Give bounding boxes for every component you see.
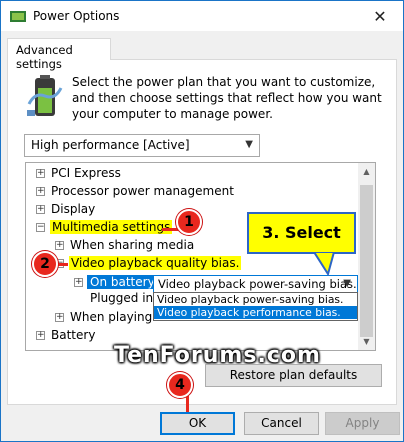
expand-icon[interactable]: + bbox=[36, 187, 45, 196]
annotation-badge-4: 4 bbox=[167, 372, 193, 398]
annotation-arrow-4 bbox=[186, 396, 189, 412]
chevron-down-icon: ▼ bbox=[245, 139, 253, 150]
tree-item-multimedia-settings[interactable]: Multimedia settings bbox=[50, 218, 173, 236]
ok-button[interactable]: OK bbox=[160, 412, 235, 435]
dropdown-option-performance[interactable]: Video playback performance bias. bbox=[154, 306, 357, 319]
tree-item-pci-express[interactable]: PCI Express bbox=[51, 164, 121, 182]
title-bar: Power Options ✕ bbox=[0, 0, 404, 31]
close-icon: ✕ bbox=[373, 7, 387, 26]
close-button[interactable]: ✕ bbox=[357, 1, 403, 32]
annotation-arrow-1 bbox=[162, 228, 178, 231]
restore-plan-defaults-button[interactable]: Restore plan defaults bbox=[205, 364, 382, 387]
tree-item-battery[interactable]: Battery bbox=[51, 326, 95, 344]
plan-select-value: High performance [Active] bbox=[31, 138, 190, 152]
chevron-down-icon: ▼ bbox=[343, 278, 351, 289]
on-battery-dropdown-list: Video playback power-saving bias. Video … bbox=[153, 292, 358, 321]
scroll-down-icon[interactable]: ▼ bbox=[358, 333, 375, 350]
window-title: Power Options bbox=[33, 9, 120, 23]
annotation-badge-2: 2 bbox=[32, 251, 58, 277]
dropdown-option-power-saving[interactable]: Video playback power-saving bias. bbox=[154, 293, 357, 306]
expand-icon[interactable]: + bbox=[74, 278, 83, 287]
annotation-badge-1: 1 bbox=[176, 209, 202, 235]
expand-icon[interactable]: + bbox=[36, 331, 45, 340]
apply-button[interactable]: Apply bbox=[325, 412, 400, 435]
tree-item-when-sharing-media[interactable]: When sharing media bbox=[70, 236, 194, 254]
collapse-icon[interactable]: − bbox=[36, 223, 45, 232]
plugged-in-label: Plugged in: bbox=[90, 291, 158, 305]
expand-icon[interactable]: + bbox=[36, 205, 45, 214]
callout-pointer-icon bbox=[312, 252, 336, 276]
tree-item-display[interactable]: Display bbox=[51, 200, 95, 218]
annotation-arrow-2 bbox=[58, 263, 68, 266]
tree-item-processor-power[interactable]: Processor power management bbox=[51, 182, 234, 200]
tab-advanced-settings[interactable]: Advanced settings bbox=[7, 38, 111, 71]
on-battery-select[interactable]: Video playback power-saving bias. ▼ bbox=[153, 275, 358, 293]
tree-item-video-playback-quality[interactable]: Video playback quality bias. bbox=[69, 254, 242, 272]
on-battery-select-value: Video playback power-saving bias. bbox=[158, 277, 357, 291]
plan-select[interactable]: High performance [Active] ▼ bbox=[24, 134, 260, 157]
expand-icon[interactable]: + bbox=[55, 313, 64, 322]
tree-item-on-battery[interactable]: On battery: bbox=[87, 273, 161, 291]
expand-icon[interactable]: + bbox=[36, 169, 45, 178]
scrollbar-thumb[interactable] bbox=[360, 185, 373, 337]
scroll-up-icon[interactable]: ▲ bbox=[358, 163, 375, 180]
cancel-button[interactable]: Cancel bbox=[244, 412, 319, 435]
power-options-icon bbox=[10, 11, 26, 22]
tree-scrollbar[interactable]: ▲ ▼ bbox=[358, 163, 375, 350]
battery-icon bbox=[27, 75, 63, 116]
select-callout: 3. Select bbox=[247, 212, 356, 254]
description-text: Select the power plan that you want to c… bbox=[72, 75, 382, 121]
expand-icon[interactable]: + bbox=[55, 241, 64, 250]
